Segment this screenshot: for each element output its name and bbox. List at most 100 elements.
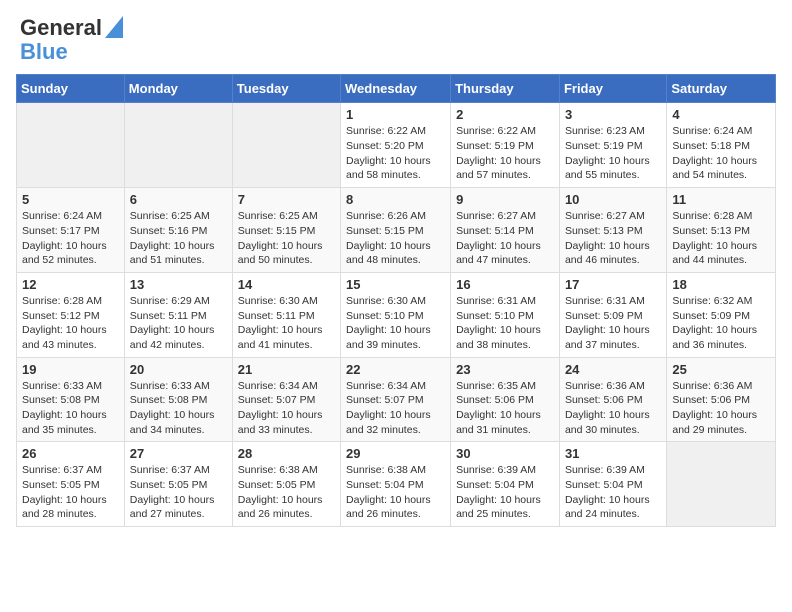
day-info: Sunrise: 6:26 AM Sunset: 5:15 PM Dayligh…	[346, 209, 445, 268]
calendar-week-4: 19 Sunrise: 6:33 AM Sunset: 5:08 PM Dayli…	[17, 357, 776, 442]
day-info: Sunrise: 6:28 AM Sunset: 5:12 PM Dayligh…	[22, 294, 119, 353]
calendar-cell	[667, 442, 776, 527]
day-number: 28	[238, 446, 335, 461]
day-info: Sunrise: 6:38 AM Sunset: 5:04 PM Dayligh…	[346, 463, 445, 522]
day-number: 18	[672, 277, 770, 292]
calendar-cell: 14 Sunrise: 6:30 AM Sunset: 5:11 PM Dayli…	[232, 272, 340, 357]
logo-blue-text: Blue	[20, 40, 68, 64]
day-info: Sunrise: 6:33 AM Sunset: 5:08 PM Dayligh…	[130, 379, 227, 438]
day-info: Sunrise: 6:30 AM Sunset: 5:10 PM Dayligh…	[346, 294, 445, 353]
calendar-table: SundayMondayTuesdayWednesdayThursdayFrid…	[16, 74, 776, 527]
calendar-cell: 4 Sunrise: 6:24 AM Sunset: 5:18 PM Daylig…	[667, 103, 776, 188]
calendar-header-row: SundayMondayTuesdayWednesdayThursdayFrid…	[17, 75, 776, 103]
day-number: 12	[22, 277, 119, 292]
header: General Blue	[0, 0, 792, 74]
day-info: Sunrise: 6:22 AM Sunset: 5:19 PM Dayligh…	[456, 124, 554, 183]
calendar-header-sunday: Sunday	[17, 75, 125, 103]
day-info: Sunrise: 6:34 AM Sunset: 5:07 PM Dayligh…	[346, 379, 445, 438]
calendar-cell: 27 Sunrise: 6:37 AM Sunset: 5:05 PM Dayli…	[124, 442, 232, 527]
calendar-cell: 22Sunrise: 6:34 AM Sunset: 5:07 PM Dayli…	[341, 357, 451, 442]
day-number: 13	[130, 277, 227, 292]
calendar-cell: 13 Sunrise: 6:29 AM Sunset: 5:11 PM Dayli…	[124, 272, 232, 357]
calendar-header-thursday: Thursday	[451, 75, 560, 103]
day-number: 14	[238, 277, 335, 292]
day-number: 5	[22, 192, 119, 207]
day-info: Sunrise: 6:27 AM Sunset: 5:13 PM Dayligh…	[565, 209, 661, 268]
day-number: 4	[672, 107, 770, 122]
day-info: Sunrise: 6:34 AM Sunset: 5:07 PM Dayligh…	[238, 379, 335, 438]
day-number: 19	[22, 362, 119, 377]
logo: General Blue	[20, 16, 123, 64]
day-info: Sunrise: 6:25 AM Sunset: 5:16 PM Dayligh…	[130, 209, 227, 268]
calendar-cell: 30 Sunrise: 6:39 AM Sunset: 5:04 PM Dayli…	[451, 442, 560, 527]
calendar-cell: 9 Sunrise: 6:27 AM Sunset: 5:14 PM Daylig…	[451, 188, 560, 273]
calendar-cell: 31 Sunrise: 6:39 AM Sunset: 5:04 PM Dayli…	[559, 442, 666, 527]
day-number: 2	[456, 107, 554, 122]
calendar-cell: 29Sunrise: 6:38 AM Sunset: 5:04 PM Dayli…	[341, 442, 451, 527]
logo-triangle-icon	[105, 16, 123, 38]
day-number: 17	[565, 277, 661, 292]
calendar-cell: 23 Sunrise: 6:35 AM Sunset: 5:06 PM Dayli…	[451, 357, 560, 442]
day-number: 27	[130, 446, 227, 461]
calendar-week-3: 12 Sunrise: 6:28 AM Sunset: 5:12 PM Dayli…	[17, 272, 776, 357]
day-number: 6	[130, 192, 227, 207]
calendar-week-1: 1Sunrise: 6:22 AM Sunset: 5:20 PM Daylig…	[17, 103, 776, 188]
day-info: Sunrise: 6:37 AM Sunset: 5:05 PM Dayligh…	[22, 463, 119, 522]
calendar-header-wednesday: Wednesday	[341, 75, 451, 103]
day-info: Sunrise: 6:24 AM Sunset: 5:18 PM Dayligh…	[672, 124, 770, 183]
day-number: 1	[346, 107, 445, 122]
calendar-cell: 28 Sunrise: 6:38 AM Sunset: 5:05 PM Dayli…	[232, 442, 340, 527]
logo-general-text: General	[20, 16, 102, 40]
calendar-header-saturday: Saturday	[667, 75, 776, 103]
calendar-cell: 26 Sunrise: 6:37 AM Sunset: 5:05 PM Dayli…	[17, 442, 125, 527]
calendar-cell: 15 Sunrise: 6:30 AM Sunset: 5:10 PM Dayli…	[341, 272, 451, 357]
day-number: 8	[346, 192, 445, 207]
day-number: 26	[22, 446, 119, 461]
day-number: 24	[565, 362, 661, 377]
day-number: 21	[238, 362, 335, 377]
calendar-cell	[232, 103, 340, 188]
day-info: Sunrise: 6:39 AM Sunset: 5:04 PM Dayligh…	[565, 463, 661, 522]
calendar-cell: 5Sunrise: 6:24 AM Sunset: 5:17 PM Daylig…	[17, 188, 125, 273]
day-info: Sunrise: 6:36 AM Sunset: 5:06 PM Dayligh…	[672, 379, 770, 438]
calendar-cell: 24 Sunrise: 6:36 AM Sunset: 5:06 PM Dayli…	[559, 357, 666, 442]
day-number: 30	[456, 446, 554, 461]
day-info: Sunrise: 6:29 AM Sunset: 5:11 PM Dayligh…	[130, 294, 227, 353]
day-number: 7	[238, 192, 335, 207]
day-number: 23	[456, 362, 554, 377]
day-info: Sunrise: 6:35 AM Sunset: 5:06 PM Dayligh…	[456, 379, 554, 438]
calendar-cell: 11Sunrise: 6:28 AM Sunset: 5:13 PM Dayli…	[667, 188, 776, 273]
calendar-cell: 1Sunrise: 6:22 AM Sunset: 5:20 PM Daylig…	[341, 103, 451, 188]
calendar-cell: 17 Sunrise: 6:31 AM Sunset: 5:09 PM Dayli…	[559, 272, 666, 357]
day-info: Sunrise: 6:38 AM Sunset: 5:05 PM Dayligh…	[238, 463, 335, 522]
day-info: Sunrise: 6:32 AM Sunset: 5:09 PM Dayligh…	[672, 294, 770, 353]
day-info: Sunrise: 6:36 AM Sunset: 5:06 PM Dayligh…	[565, 379, 661, 438]
day-info: Sunrise: 6:25 AM Sunset: 5:15 PM Dayligh…	[238, 209, 335, 268]
day-info: Sunrise: 6:30 AM Sunset: 5:11 PM Dayligh…	[238, 294, 335, 353]
day-number: 10	[565, 192, 661, 207]
day-info: Sunrise: 6:27 AM Sunset: 5:14 PM Dayligh…	[456, 209, 554, 268]
calendar-cell: 20Sunrise: 6:33 AM Sunset: 5:08 PM Dayli…	[124, 357, 232, 442]
calendar-cell: 25Sunrise: 6:36 AM Sunset: 5:06 PM Dayli…	[667, 357, 776, 442]
calendar-cell	[17, 103, 125, 188]
day-number: 9	[456, 192, 554, 207]
calendar-cell: 10 Sunrise: 6:27 AM Sunset: 5:13 PM Dayli…	[559, 188, 666, 273]
day-number: 15	[346, 277, 445, 292]
calendar-cell: 6 Sunrise: 6:25 AM Sunset: 5:16 PM Daylig…	[124, 188, 232, 273]
day-info: Sunrise: 6:28 AM Sunset: 5:13 PM Dayligh…	[672, 209, 770, 268]
day-info: Sunrise: 6:39 AM Sunset: 5:04 PM Dayligh…	[456, 463, 554, 522]
day-number: 3	[565, 107, 661, 122]
calendar-cell: 21 Sunrise: 6:34 AM Sunset: 5:07 PM Dayli…	[232, 357, 340, 442]
calendar-cell: 12 Sunrise: 6:28 AM Sunset: 5:12 PM Dayli…	[17, 272, 125, 357]
calendar-header-monday: Monday	[124, 75, 232, 103]
day-info: Sunrise: 6:33 AM Sunset: 5:08 PM Dayligh…	[22, 379, 119, 438]
calendar-header-friday: Friday	[559, 75, 666, 103]
calendar-week-5: 26 Sunrise: 6:37 AM Sunset: 5:05 PM Dayli…	[17, 442, 776, 527]
calendar-cell: 19 Sunrise: 6:33 AM Sunset: 5:08 PM Dayli…	[17, 357, 125, 442]
day-info: Sunrise: 6:31 AM Sunset: 5:09 PM Dayligh…	[565, 294, 661, 353]
calendar-cell	[124, 103, 232, 188]
calendar-wrapper: SundayMondayTuesdayWednesdayThursdayFrid…	[0, 74, 792, 537]
calendar-cell: 18 Sunrise: 6:32 AM Sunset: 5:09 PM Dayli…	[667, 272, 776, 357]
day-info: Sunrise: 6:37 AM Sunset: 5:05 PM Dayligh…	[130, 463, 227, 522]
day-number: 31	[565, 446, 661, 461]
